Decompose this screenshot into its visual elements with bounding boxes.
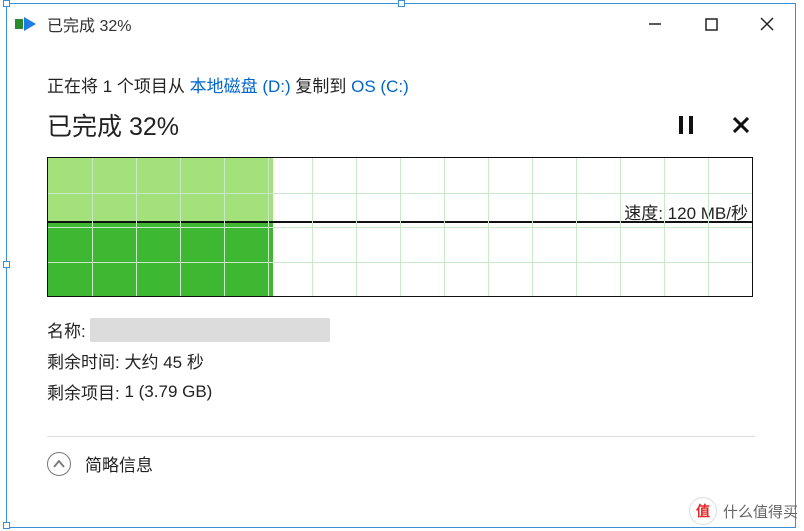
- items-remaining-value: 1 (3.79 GB): [124, 382, 212, 402]
- name-value: [90, 318, 330, 342]
- name-label: 名称:: [47, 317, 86, 342]
- selection-handle: [3, 261, 10, 268]
- selection-handle: [398, 0, 405, 7]
- progress-title: 已完成 32%: [47, 107, 679, 143]
- progress-header: 已完成 32%: [47, 107, 755, 143]
- chart-progress-fill-upper: [48, 158, 273, 221]
- chart-gridline: [48, 227, 752, 228]
- details-toggle-label[interactable]: 简略信息: [85, 451, 153, 476]
- items-remaining-label: 剩余项目:: [47, 379, 120, 404]
- copy-arrow-icon: [15, 13, 37, 35]
- chevron-up-icon[interactable]: [47, 452, 71, 476]
- source-link[interactable]: 本地磁盘 (D:): [190, 77, 291, 96]
- titlebar: 已完成 32%: [7, 4, 795, 44]
- watermark-badge: 值: [689, 497, 717, 525]
- copy-description: 正在将 1 个项目从 本地磁盘 (D:) 复制到 OS (C:): [47, 72, 755, 97]
- minimize-button[interactable]: [627, 4, 683, 44]
- info-items-row: 剩余项目: 1 (3.79 GB): [47, 379, 755, 404]
- chart-gridline: [48, 262, 752, 263]
- chart-progress-fill-lower: [48, 221, 273, 296]
- time-remaining-value: 大约 45 秒: [124, 348, 203, 373]
- pause-button[interactable]: [679, 116, 693, 134]
- window-controls: [627, 4, 795, 44]
- chart-speed-label: 速度: 120 MB/秒: [622, 199, 750, 224]
- time-remaining-label: 剩余时间:: [47, 348, 120, 373]
- dialog-content: 正在将 1 个项目从 本地磁盘 (D:) 复制到 OS (C:) 已完成 32%…: [7, 44, 795, 476]
- info-time-row: 剩余时间: 大约 45 秒: [47, 348, 755, 373]
- details-toggle-row: 简略信息: [47, 436, 755, 476]
- selection-handle: [3, 522, 10, 529]
- copy-prefix: 正在将 1 个项目从: [47, 77, 190, 96]
- watermark-text: 什么值得买: [723, 501, 798, 522]
- selection-handle: [3, 0, 10, 7]
- cancel-button[interactable]: [733, 116, 749, 134]
- maximize-button[interactable]: [683, 4, 739, 44]
- copy-middle: 复制到: [291, 77, 351, 96]
- dest-link[interactable]: OS (C:): [351, 77, 409, 96]
- watermark: 值 什么值得买: [689, 497, 798, 525]
- close-button[interactable]: [739, 4, 795, 44]
- info-name-row: 名称:: [47, 317, 755, 342]
- file-copy-dialog: 已完成 32% 正在将 1 个项目从 本地磁盘 (D:) 复制到 OS (C:)…: [6, 3, 796, 528]
- window-title: 已完成 32%: [47, 12, 627, 36]
- speed-chart: 速度: 120 MB/秒: [47, 157, 753, 297]
- chart-gridline: [48, 193, 752, 194]
